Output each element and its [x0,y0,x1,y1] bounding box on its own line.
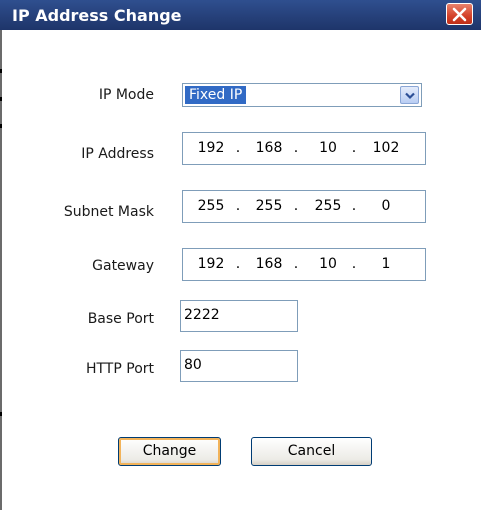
dropdown-button[interactable] [400,86,419,104]
ip-address-label: IP Address [81,146,154,162]
http-port-input[interactable]: 80 [180,350,298,382]
border-mark [0,69,2,73]
octet-separator: . [351,256,357,272]
subnet-mask-field[interactable]: 255 . 255 . 255 . 0 [182,190,426,223]
subnet-mask-octet-1[interactable]: 255 [193,198,229,214]
gateway-octet-4[interactable]: 1 [368,256,404,272]
close-icon [452,7,467,22]
border-mark [0,412,2,416]
window-title: IP Address Change [12,6,182,25]
ip-address-octet-2[interactable]: 168 [251,140,287,156]
ip-mode-select[interactable]: Fixed IP [182,83,422,107]
subnet-mask-label: Subnet Mask [63,204,154,220]
subnet-mask-octet-4[interactable]: 0 [368,198,404,214]
octet-separator: . [235,198,241,214]
gateway-octet-3[interactable]: 10 [310,256,346,272]
gateway-field[interactable]: 192 . 168 . 10 . 1 [182,248,426,281]
ip-mode-selected-value: Fixed IP [185,86,247,104]
octet-separator: . [293,256,299,272]
base-port-label: Base Port [87,311,154,327]
http-port-label: HTTP Port [85,361,154,377]
gateway-octet-2[interactable]: 168 [251,256,287,272]
octet-separator: . [351,198,357,214]
octet-separator: . [293,140,299,156]
octet-separator: . [293,198,299,214]
subnet-mask-octet-2[interactable]: 255 [251,198,287,214]
octet-separator: . [235,140,241,156]
ip-address-octet-3[interactable]: 10 [310,140,346,156]
title-bar[interactable]: IP Address Change [0,0,481,30]
ip-mode-label: IP Mode [98,87,154,103]
ip-address-octet-4[interactable]: 102 [368,140,404,156]
gateway-label: Gateway [92,258,154,274]
border-mark [0,124,2,128]
close-button[interactable] [446,3,473,25]
cancel-button[interactable]: Cancel [251,437,372,466]
ip-address-octet-1[interactable]: 192 [193,140,229,156]
octet-separator: . [235,256,241,272]
subnet-mask-octet-3[interactable]: 255 [310,198,346,214]
base-port-input[interactable]: 2222 [180,300,298,332]
ip-address-field[interactable]: 192 . 168 . 10 . 102 [182,132,426,165]
octet-separator: . [351,140,357,156]
change-button[interactable]: Change [118,437,221,466]
gateway-octet-1[interactable]: 192 [193,256,229,272]
chevron-down-icon [405,92,415,100]
